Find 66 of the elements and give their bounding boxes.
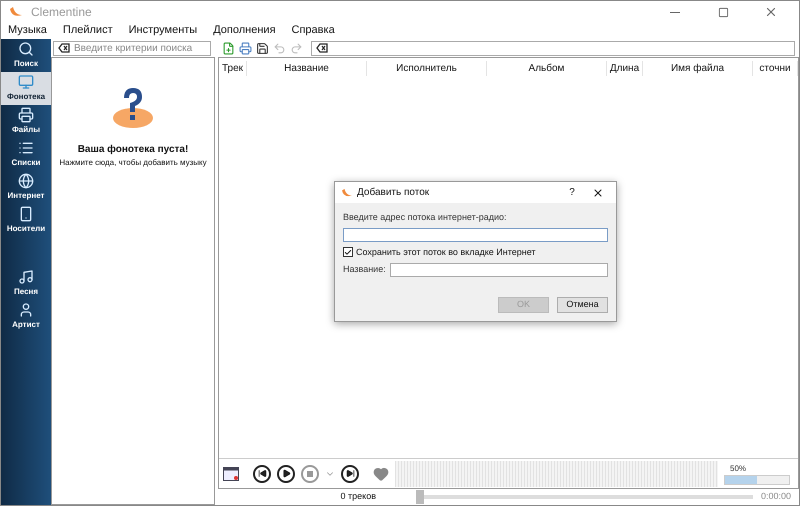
menu-item[interactable]: Инструменты: [128, 22, 198, 38]
app-logo-icon: [341, 188, 353, 198]
sidebar-tab[interactable]: Интернет: [1, 171, 51, 204]
heart-icon[interactable]: [373, 466, 389, 482]
url-label: Введите адрес потока интернет-радио:: [343, 211, 508, 224]
dialog-title: Добавить поток: [357, 186, 430, 200]
column-header[interactable]: Исполнитель: [367, 60, 487, 76]
sidebar-tab[interactable]: Носители: [1, 204, 51, 237]
dialog-button[interactable]: Отмена: [557, 297, 608, 313]
next-icon: [346, 469, 354, 478]
previous-button[interactable]: [253, 464, 271, 482]
column-header[interactable]: Трек: [219, 60, 247, 76]
clear-icon: [58, 43, 70, 53]
monitor-icon: [18, 74, 34, 90]
phone-icon: [18, 206, 34, 222]
sidebar-tab[interactable]: Песня: [1, 267, 51, 300]
close-icon: [764, 5, 778, 19]
sidebar-tab[interactable]: Фонотека: [1, 72, 51, 105]
menu-item[interactable]: Справка: [292, 22, 335, 38]
play-icon: [282, 469, 290, 478]
seek-handle[interactable]: [416, 490, 424, 504]
menu-item[interactable]: Плейлист: [62, 22, 113, 38]
name-field[interactable]: [390, 263, 608, 277]
stop-button[interactable]: [301, 464, 319, 482]
column-header[interactable]: Длина: [607, 60, 643, 76]
time-display: 0:00:00: [760, 490, 791, 504]
person-icon: [18, 302, 34, 318]
track-count: 0 треков: [340, 490, 376, 504]
sidebar-tab[interactable]: Артист: [1, 300, 51, 333]
new-playlist-icon[interactable]: [222, 42, 235, 54]
add-music-link[interactable]: Нажмите сюда, чтобы добавить музыку: [59, 157, 207, 169]
column-header[interactable]: Альбом: [487, 60, 607, 76]
url-field[interactable]: [343, 228, 608, 242]
help-button[interactable]: ?: [562, 185, 582, 200]
music-note-icon: [18, 269, 34, 285]
maximize-icon: [718, 6, 728, 18]
printer-icon: [18, 107, 34, 123]
volume-slider[interactable]: [724, 474, 790, 484]
column-header[interactable]: Название: [247, 60, 367, 76]
close-icon: [592, 186, 604, 198]
previous-icon: [258, 469, 266, 478]
list-icon: [18, 140, 34, 156]
printer-icon[interactable]: [239, 42, 252, 54]
save-icon[interactable]: [256, 42, 269, 54]
clear-icon: [316, 43, 328, 53]
search-icon: [18, 41, 34, 57]
sidebar-tab[interactable]: Поиск: [1, 39, 51, 72]
window-icon[interactable]: [223, 466, 239, 480]
volume-reading: 50%: [730, 462, 746, 474]
menu-item[interactable]: Дополнения: [213, 22, 276, 38]
window-title: Clementine: [31, 4, 92, 21]
column-header[interactable]: Имя файла: [643, 60, 753, 76]
globe-icon: [18, 173, 34, 189]
save-checkbox[interactable]: [343, 247, 353, 258]
menu-item[interactable]: Музыка: [8, 22, 47, 38]
empty-library-title: Ваша фонотека пуста!: [78, 143, 188, 157]
save-checkbox-label: Сохранить этот поток во вкладке Интернет: [356, 246, 536, 259]
sidebar-tab[interactable]: Списки: [1, 138, 51, 171]
column-header[interactable]: сточни: [753, 60, 798, 76]
sidebar-tab[interactable]: Файлы: [1, 105, 51, 138]
app-logo-icon: [9, 6, 23, 18]
next-button[interactable]: [341, 464, 359, 482]
search-field[interactable]: Введите критерии поиска: [53, 40, 211, 56]
play-button[interactable]: [277, 464, 295, 482]
filter-field[interactable]: [311, 40, 795, 56]
name-label: Название:: [343, 263, 386, 276]
